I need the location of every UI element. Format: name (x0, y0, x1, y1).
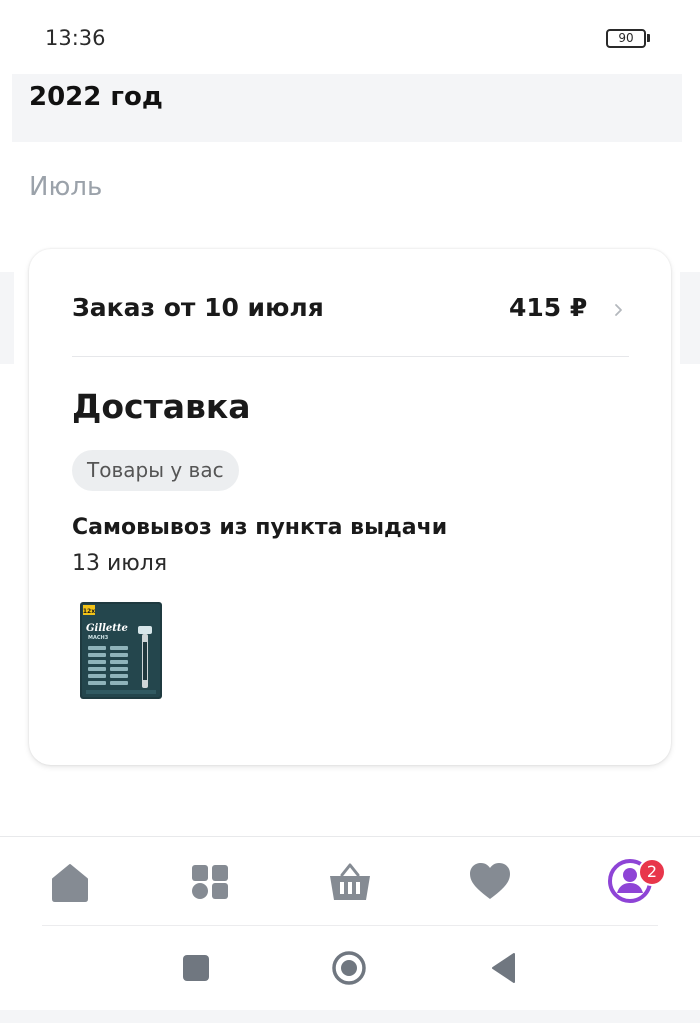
year-title: 2022 год (29, 82, 163, 112)
status-time: 13:36 (45, 26, 106, 50)
catalog-icon[interactable] (188, 859, 232, 903)
product-pack-count: 12x (83, 608, 95, 615)
order-title: Заказ от 10 июля (72, 293, 324, 322)
nav-divider (42, 925, 658, 926)
pickup-method: Самовывоз из пункта выдачи (72, 515, 448, 540)
status-chip: Товары у вас (72, 450, 239, 491)
product-model: MACH3 (88, 635, 109, 641)
order-card[interactable]: Заказ от 10 июля 415 ₽ Доставка Товары у… (29, 249, 671, 765)
product-brand: Gillette (86, 623, 128, 634)
battery-icon: 90 (606, 29, 646, 48)
back-icon[interactable] (490, 952, 518, 984)
notification-badge: 2 (638, 858, 666, 886)
heart-icon[interactable] (468, 859, 512, 903)
home-icon[interactable] (48, 859, 92, 903)
month-label: Июль (29, 172, 103, 202)
recents-icon[interactable] (182, 954, 210, 982)
chevron-right-icon (615, 304, 622, 316)
bottom-navigation (0, 836, 700, 928)
bottom-strip (0, 1010, 700, 1023)
pickup-date: 13 июля (72, 551, 168, 576)
order-price: 415 ₽ (509, 293, 588, 322)
battery-tip (647, 34, 650, 42)
cart-icon[interactable] (328, 859, 372, 903)
product-thumbnail[interactable]: 12x Gillette MACH3 (80, 602, 162, 699)
home-circle-icon[interactable] (331, 950, 367, 986)
year-header: 2022 год (12, 74, 682, 142)
system-navigation-bar (0, 928, 700, 1023)
background-strip (0, 272, 14, 364)
divider (72, 356, 629, 357)
delivery-heading: Доставка (72, 387, 251, 426)
background-strip (680, 272, 700, 364)
status-bar: 13:36 90 (0, 0, 700, 76)
battery-level: 90 (618, 31, 634, 45)
